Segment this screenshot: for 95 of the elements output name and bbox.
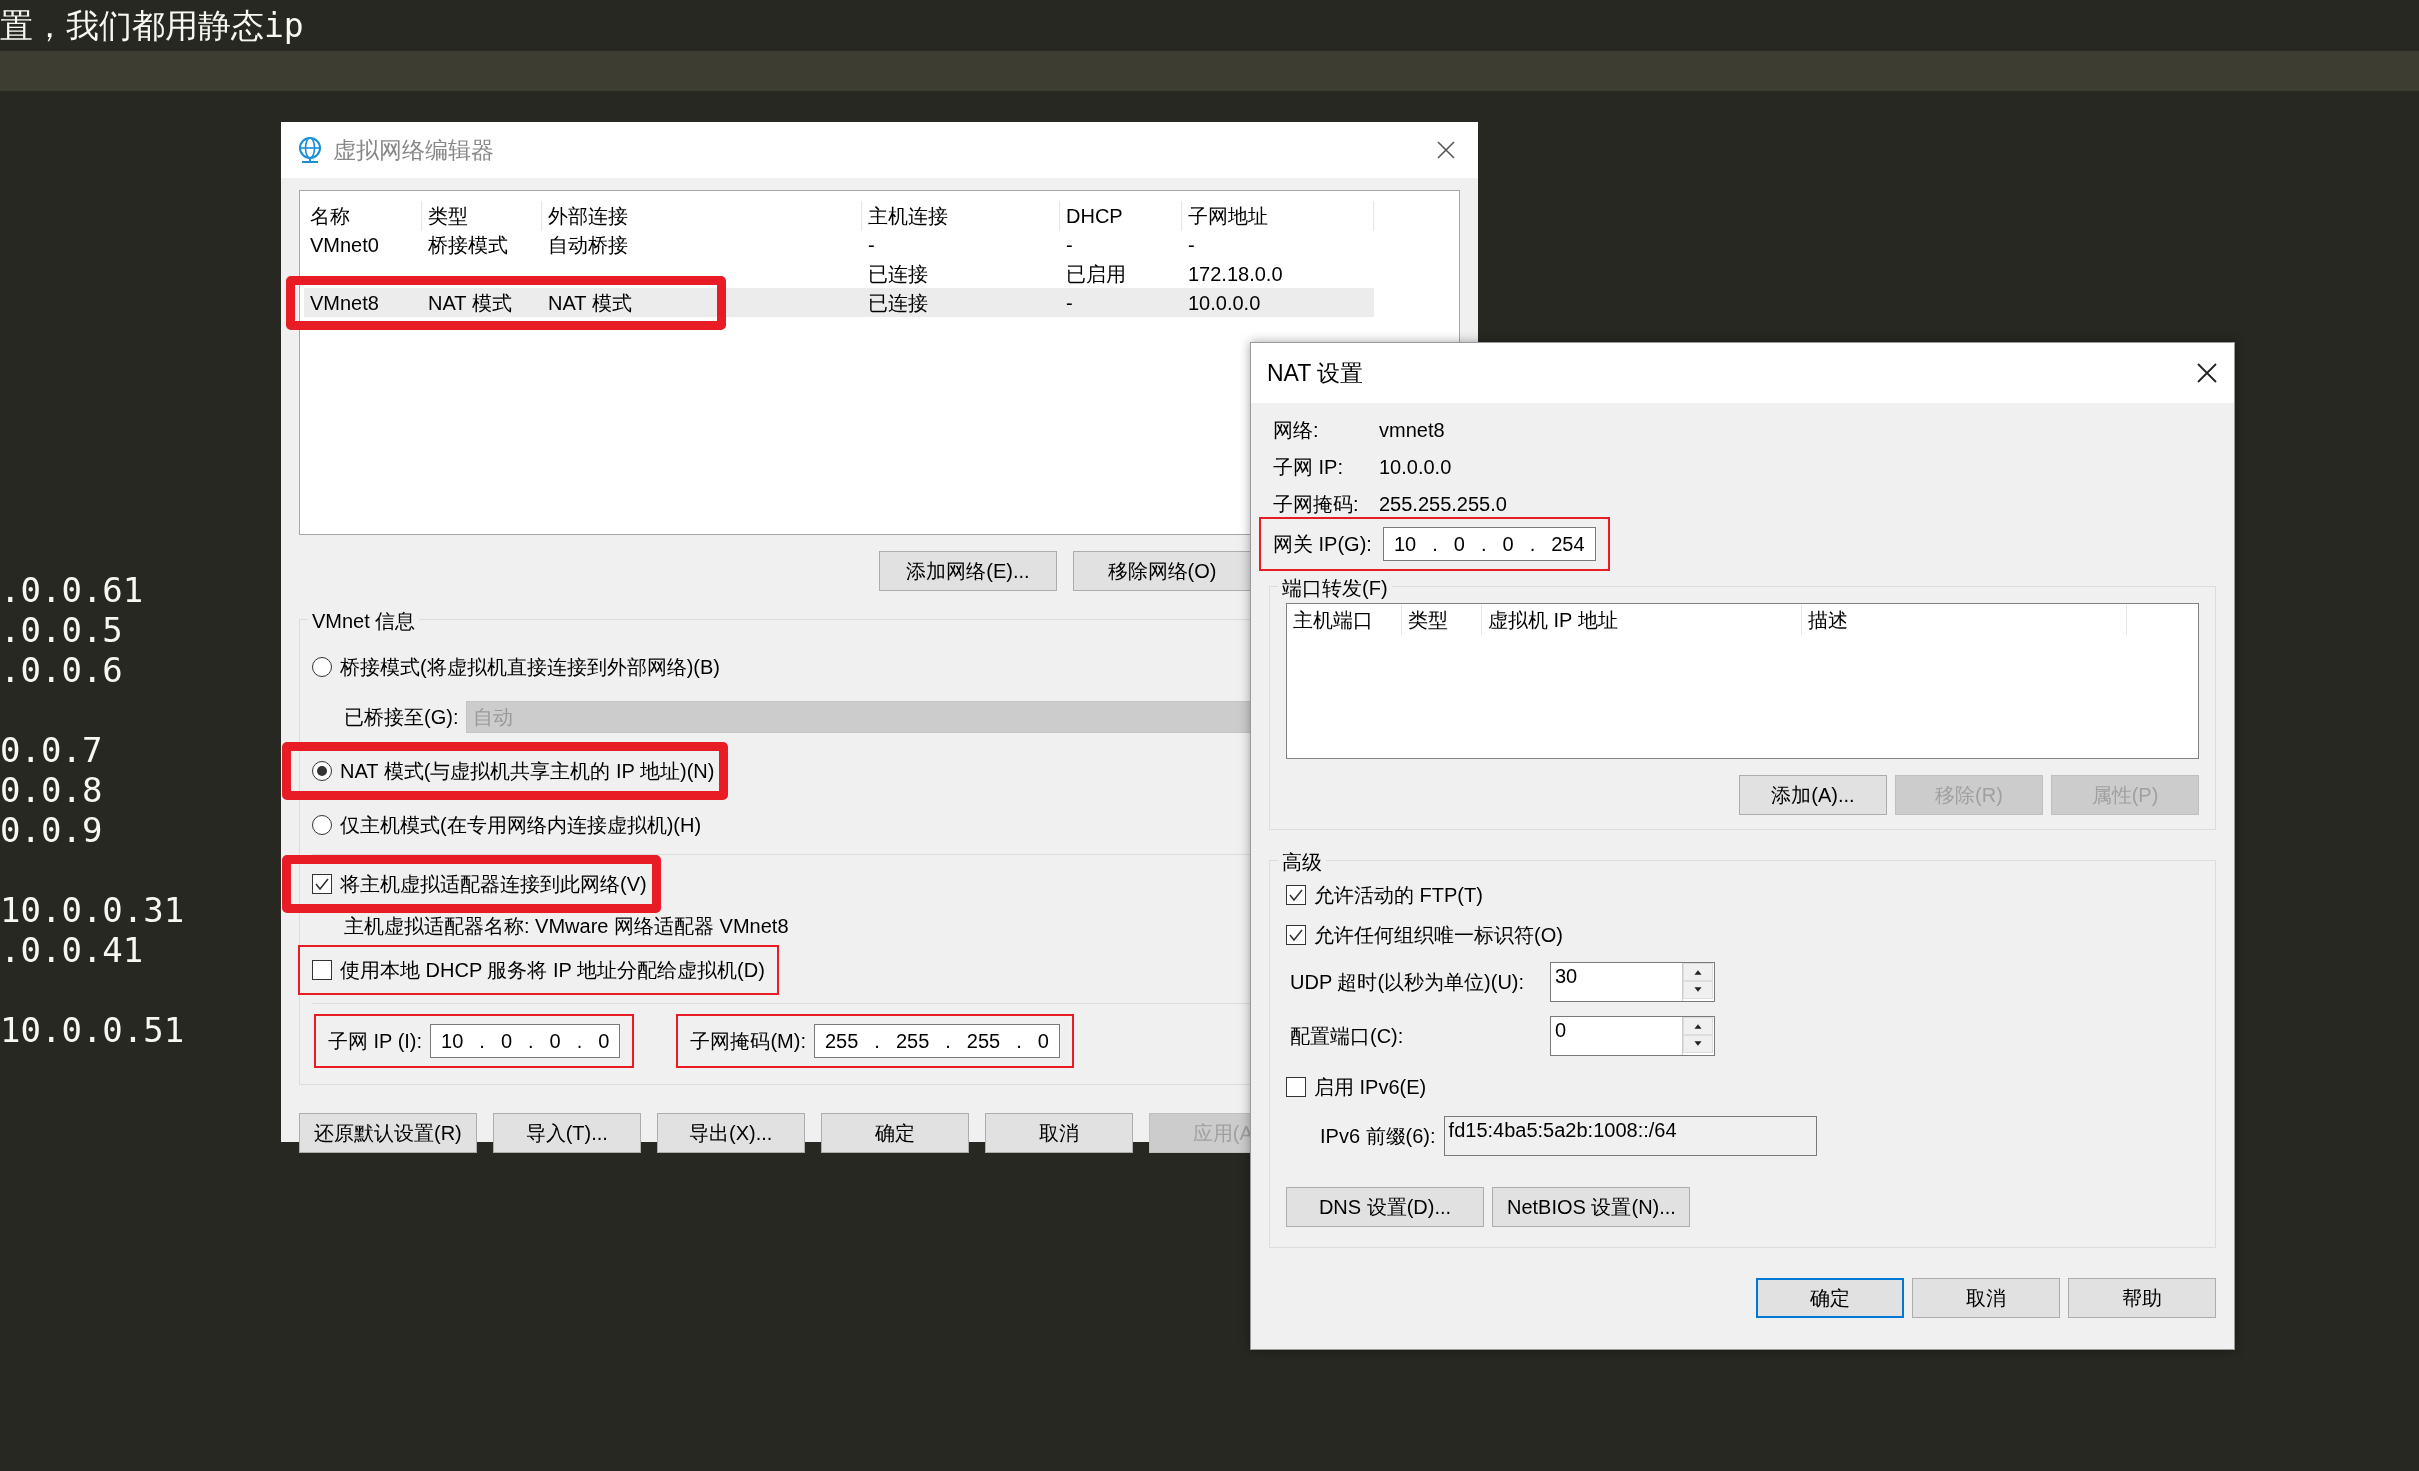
checkmark-icon: [1288, 928, 1304, 942]
field-label: 已桥接至(G):: [344, 705, 459, 730]
table-cell-text: 桥接模式: [427, 233, 509, 258]
field-label: 配置端口(C):: [1290, 1024, 1405, 1049]
column-header: 描述: [1802, 605, 2127, 635]
button[interactable]: 确定: [1756, 1278, 1904, 1318]
table-cell-text: 已连接: [867, 291, 929, 316]
checkbox[interactable]: [1286, 885, 1306, 905]
editor-text: 置，我们都用静态ip: [0, 4, 304, 47]
table-cell-text: NAT 模式: [427, 291, 513, 316]
radio-button[interactable]: [312, 815, 332, 835]
radio-label: 仅主机模式(在专用网络内连接虚拟机)(H): [340, 813, 702, 838]
window-title: NAT 设置: [1267, 358, 1364, 388]
table-cell-text: 10.0.0.0: [1187, 291, 1262, 316]
table-cell-text: VMnet8: [309, 291, 380, 316]
field-label: UDP 超时(以秒为单位)(U):: [1290, 970, 1526, 995]
column-header: DHCP: [1060, 201, 1182, 231]
column-header: 主机端口: [1287, 605, 1402, 635]
checkbox[interactable]: [1286, 925, 1306, 945]
window-title: 虚拟网络编辑器: [333, 135, 494, 165]
globe-icon: [297, 136, 323, 164]
field-label: IPv6 前缀(6):: [1320, 1124, 1436, 1149]
field-label: 子网 IP:: [1272, 454, 1344, 480]
button[interactable]: 导出(X)...: [656, 1113, 805, 1153]
table-cell-text: -: [1065, 233, 1074, 258]
column-header: 类型: [1402, 605, 1482, 635]
button[interactable]: 取消: [1912, 1278, 2060, 1318]
field-label: 子网掩码:: [1272, 491, 1360, 517]
table-cell-text: 已连接: [867, 262, 929, 287]
table-cell-text: 自动桥接: [547, 233, 629, 258]
table-cell-text: NAT 模式: [547, 291, 633, 316]
code-line: .0.0.6: [0, 650, 124, 690]
field-value: 255.255.255.0: [1379, 491, 1507, 517]
adapter-name-text: 主机虚拟适配器名称: VMware 网络适配器 VMnet8: [344, 914, 789, 939]
column-header: 类型: [422, 201, 542, 231]
field-label: 网络:: [1272, 417, 1320, 443]
column-header: 主机连接: [862, 201, 1060, 231]
radio-button[interactable]: [312, 657, 332, 677]
checkmark-icon: [314, 877, 330, 891]
column-header: 名称: [304, 201, 422, 231]
close-icon[interactable]: [2196, 362, 2218, 384]
checkbox-label: 启用 IPv6(E): [1314, 1075, 1427, 1100]
button[interactable]: NetBIOS 设置(N)...: [1492, 1187, 1690, 1227]
code-line: .0.0.61: [0, 570, 145, 610]
button[interactable]: 添加(A)...: [1739, 775, 1887, 815]
column-header: 外部连接: [542, 201, 862, 231]
button[interactable]: 帮助: [2068, 1278, 2216, 1318]
checkmark-icon: [1288, 888, 1304, 902]
radio-button[interactable]: [312, 761, 332, 781]
ip-address-field[interactable]: 10 . 0 . 0 . 0: [430, 1024, 621, 1058]
button[interactable]: 导入(T)...: [492, 1113, 641, 1153]
checkbox-label: 允许任何组织唯一标识符(O): [1314, 923, 1563, 948]
checkbox[interactable]: [312, 874, 332, 894]
table-row[interactable]: VMnet8 NAT 模式 NAT 模式 已连接 - 10.0.0.0: [304, 288, 1374, 317]
checkbox[interactable]: [1286, 1077, 1306, 1097]
button[interactable]: DNS 设置(D)...: [1286, 1187, 1484, 1227]
code-line: .0.0.41: [0, 930, 145, 970]
table-row[interactable]: 已连接 已启用 172.18.0.0: [304, 259, 1374, 288]
code-line: 10.0.0.51: [0, 1010, 185, 1050]
checkbox-label: 将主机虚拟适配器连接到此网络(V): [340, 872, 647, 897]
prefix-field[interactable]: fd15:4ba5:5a2b:1008::/64: [1443, 1116, 1817, 1156]
code-line: 0.0.8: [0, 770, 104, 810]
table-cell-text: -: [867, 233, 876, 258]
field-label: 网关 IP(G):: [1273, 532, 1373, 557]
field-value: vmnet8: [1379, 417, 1445, 443]
code-line: 10.0.0.31: [0, 890, 185, 930]
radio-label: 桥接模式(将虚拟机直接连接到外部网络)(B): [340, 655, 720, 680]
table-cell-text: VMnet0: [309, 233, 380, 258]
table-cell-text: -: [1187, 233, 1196, 258]
ip-address-field[interactable]: 255 . 255 . 255 . 0: [813, 1024, 1060, 1058]
spin-field[interactable]: 30: [1550, 962, 1715, 1002]
spin-field[interactable]: 0: [1550, 1016, 1715, 1056]
code-line: .0.0.5: [0, 610, 124, 650]
button[interactable]: 确定: [820, 1113, 969, 1153]
checkbox-label: 允许活动的 FTP(T): [1314, 883, 1483, 908]
column-header: 子网地址: [1182, 201, 1374, 231]
field-value: 10.0.0.0: [1379, 454, 1452, 480]
checkbox-label: 使用本地 DHCP 服务将 IP 地址分配给虚拟机(D): [340, 958, 765, 983]
table-cell-text: -: [1065, 291, 1074, 316]
button[interactable]: 添加网络(E)...: [879, 551, 1057, 591]
checkbox[interactable]: [312, 960, 332, 980]
button[interactable]: 移除网络(O): [1073, 551, 1251, 591]
field-label: 子网 IP (I):: [328, 1029, 423, 1054]
column-header: 虚拟机 IP 地址: [1482, 605, 1802, 635]
field-label: 子网掩码(M):: [690, 1029, 806, 1054]
button[interactable]: 取消: [984, 1113, 1133, 1153]
close-icon[interactable]: [1436, 140, 1456, 160]
ip-address-field[interactable]: 10 . 0 . 0 . 254: [1383, 527, 1596, 561]
code-line: 0.0.7: [0, 730, 104, 770]
radio-label: NAT 模式(与虚拟机共享主机的 IP 地址)(N): [340, 759, 715, 784]
table-cell-text: 172.18.0.0: [1187, 262, 1284, 287]
code-line: 0.0.9: [0, 810, 104, 850]
button[interactable]: 还原默认设置(R): [299, 1113, 477, 1153]
table-cell-text: 已启用: [1065, 262, 1127, 287]
table-row[interactable]: VMnet0 桥接模式 自动桥接 - - -: [304, 230, 1374, 259]
